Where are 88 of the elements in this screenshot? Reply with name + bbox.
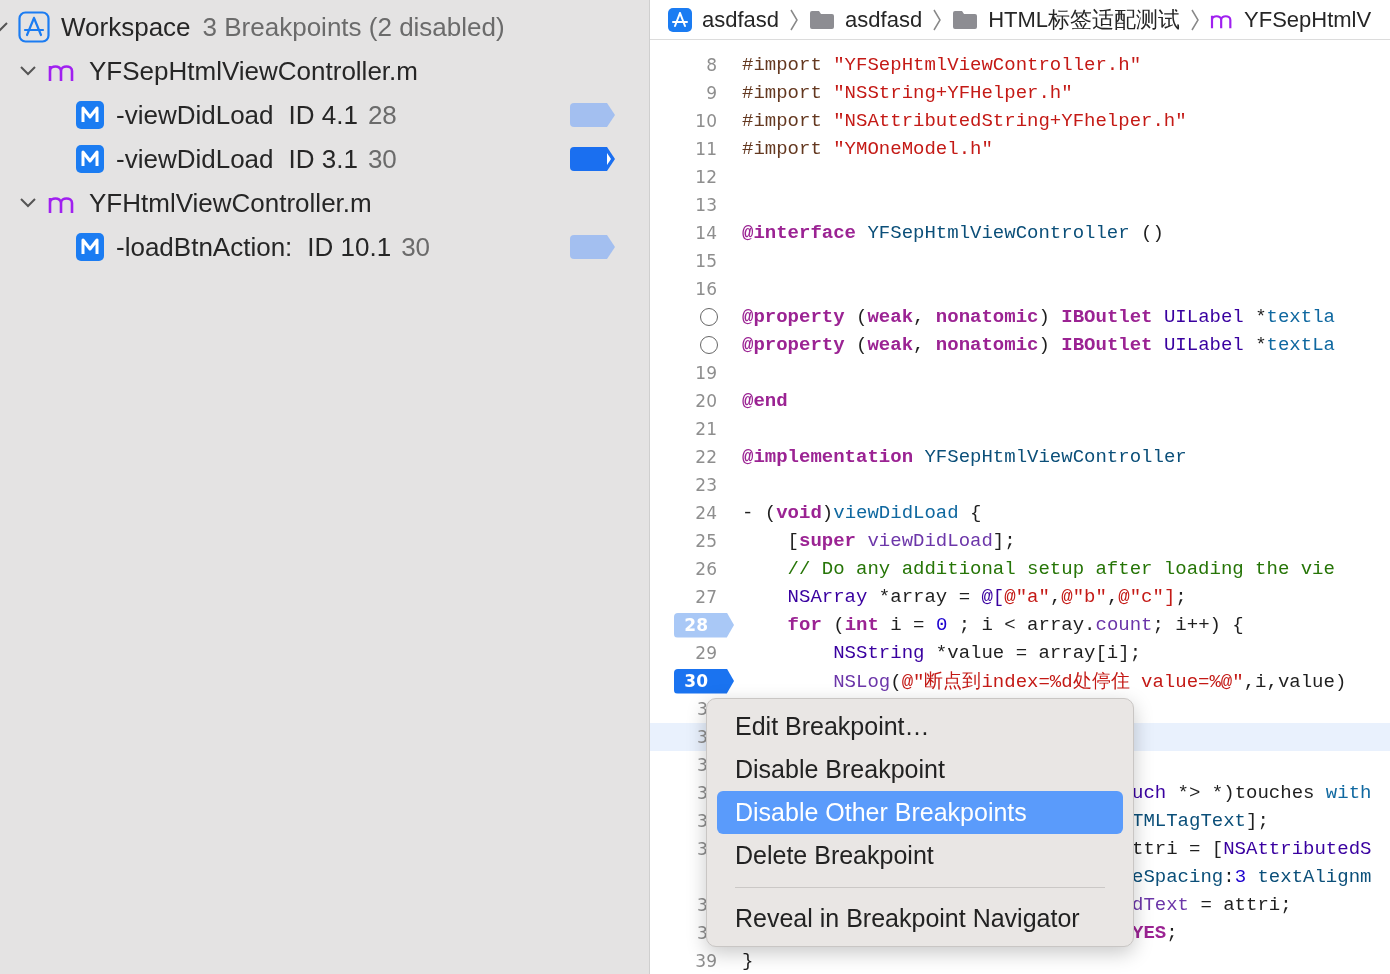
code-line: for (int i = 0 ; i < array.count; i++) { [786, 614, 1244, 636]
folder-icon [952, 9, 979, 30]
line-number: 3 [697, 839, 708, 859]
breakpoint-name[interactable]: -loadBtnAction: [116, 231, 293, 263]
folder-icon [809, 9, 836, 30]
file-name[interactable]: YFHtmlViewController.m [89, 187, 372, 219]
breakpoint-name[interactable]: -viewDidLoad [116, 99, 274, 131]
chevron-down-icon[interactable] [20, 198, 36, 208]
line-number: 12 [695, 167, 717, 187]
line-number: 3 [697, 895, 708, 915]
breakpoint-id: ID 3.1 [288, 143, 358, 175]
code-line: NSLog(@"断点到index=%d处停住 value=%@",i,value) [832, 670, 1347, 694]
breakpoint-toggle[interactable] [570, 147, 615, 171]
line-number: 3 [697, 755, 708, 775]
breadcrumb-item[interactable]: HTML标签适配测试 [988, 4, 1180, 35]
line-number: 3 [697, 811, 708, 831]
line-number: 30 [401, 231, 431, 263]
menu-item[interactable]: Edit Breakpoint… [717, 705, 1123, 748]
app-icon [18, 11, 50, 43]
chevron-down-icon[interactable] [20, 66, 36, 76]
breakpoint-summary: 3 Breakpoints (2 disabled) [202, 11, 505, 43]
code-line: @implementation YFSepHtmlViewController [742, 446, 1187, 468]
code-line: #import "YFSepHtmlViewController.h" [742, 54, 1142, 76]
breakpoint-marker[interactable]: 30 [674, 668, 734, 694]
chevron-right-icon [1190, 7, 1200, 32]
line-number: 8 [706, 55, 717, 75]
line-number: 20 [695, 391, 717, 411]
code-line: - (void)viewDidLoad { [742, 502, 982, 524]
line-number: 39 [695, 951, 717, 971]
code-line: @property (weak, nonatomic) IBOutlet UILabel *textLa [742, 334, 1335, 356]
code-line: @property (weak, nonatomic) IBOutlet UILabel *textla [742, 306, 1335, 328]
breakpoint-toggle[interactable] [570, 103, 615, 127]
code-line: @interface YFSepHtmlViewController () [742, 222, 1164, 244]
workspace-label[interactable]: Workspace [61, 11, 191, 43]
line-number: 29 [695, 643, 717, 663]
menu-item[interactable]: Disable Breakpoint [717, 748, 1123, 791]
line-number: 16 [695, 279, 717, 299]
line-number: 3 [697, 923, 708, 943]
chevron-right-icon [932, 7, 943, 32]
line-number: 11 [695, 139, 717, 159]
line-number: 10 [695, 111, 717, 131]
breakpoint-toggle[interactable] [570, 235, 615, 259]
chevron-right-icon [789, 7, 800, 32]
app-icon [668, 7, 692, 32]
code-line: eSpacing:3 textAlignm [1132, 866, 1372, 888]
breadcrumb-item[interactable]: asdfasd [845, 6, 923, 33]
line-number: 26 [695, 559, 717, 579]
line-number: 22 [695, 447, 717, 467]
line-number: 21 [695, 419, 717, 439]
line-number: 15 [695, 251, 717, 271]
line-number: 9 [706, 83, 717, 103]
breakpoint-id: ID 10.1 [307, 231, 392, 263]
menu-item[interactable]: Delete Breakpoint [717, 834, 1123, 877]
code-line: ttri = [NSAttributedS [1132, 838, 1372, 860]
line-number: 13 [695, 195, 717, 215]
breadcrumb-item[interactable]: asdfasd [702, 6, 780, 33]
line-number: 27 [695, 587, 717, 607]
code-line: [super viewDidLoad]; [786, 530, 1016, 552]
code-line: YES; [1132, 922, 1178, 944]
menu-item[interactable]: Reveal in Breakpoint Navigator [717, 897, 1123, 940]
code-line: @end [742, 390, 788, 412]
line-number: 28 [367, 99, 397, 131]
method-icon [76, 145, 104, 173]
line-number: 19 [695, 363, 717, 383]
code-line: // Do any additional setup after loading the vie [786, 558, 1335, 580]
code-line: NSArray *array = @[@"a",@"b",@"c"]; [786, 586, 1187, 608]
code-line: #import "NSAttributedString+YFhelper.h" [742, 110, 1187, 132]
method-icon [76, 101, 104, 129]
code-line: } [742, 950, 754, 972]
line-number: 3 [697, 727, 708, 747]
code-line: dText = attri; [1132, 894, 1292, 916]
line-number: 3 [697, 699, 708, 719]
code-line: NSString *value = array[i]; [832, 642, 1142, 664]
code-line: #import "NSString+YFHelper.h" [742, 82, 1073, 104]
breakpoint-id: ID 4.1 [288, 99, 358, 131]
line-number: 24 [695, 503, 717, 523]
method-icon [76, 233, 104, 261]
code-line: uch *> *)touches with [1132, 782, 1372, 804]
breakpoint-name[interactable]: -viewDidLoad [116, 143, 274, 175]
line-number: 25 [695, 531, 717, 551]
file-name[interactable]: YFSepHtmlViewController.m [89, 55, 418, 87]
code-line: TMLTagText]; [1132, 810, 1269, 832]
line-number: 14 [695, 223, 717, 243]
code-line: #import "YMOneModel.h" [742, 138, 993, 160]
line-number: 3 [697, 783, 708, 803]
breadcrumb-item[interactable]: YFSepHtmlV [1244, 6, 1372, 33]
line-number: 30 [367, 143, 397, 175]
line-number: 23 [695, 475, 717, 495]
